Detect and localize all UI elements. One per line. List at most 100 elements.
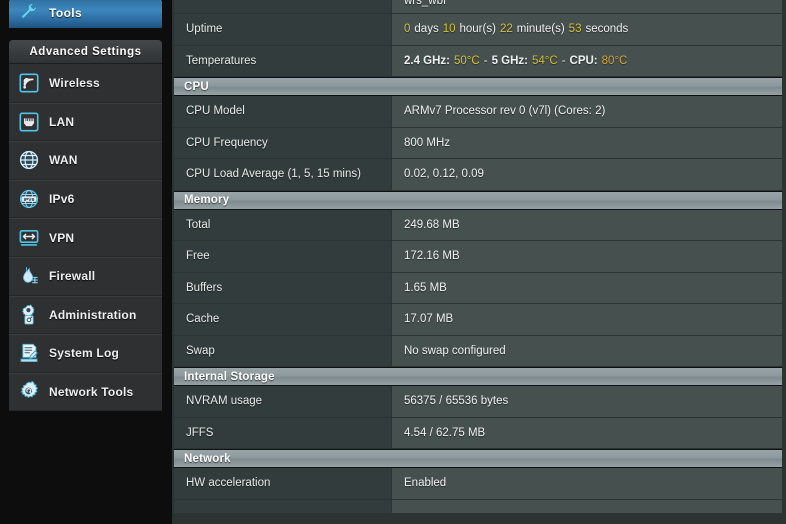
section-title: Internal Storage (184, 370, 275, 383)
advanced-settings-panel: Advanced Settings Wireless LAN WAN IPV6 … (9, 40, 162, 412)
temp-24-value: 50°C (454, 54, 480, 67)
row-label: Total (174, 209, 392, 240)
table-row-hw-acceleration: HW acceleration Enabled (174, 468, 786, 500)
uptime-hours-value: 10 (442, 23, 456, 36)
table-row-cpu-frequency: CPU Frequency 800 MHz (174, 127, 786, 159)
sidebar-item-label: Wireless (49, 75, 100, 90)
row-value: 17.07 MB (392, 304, 786, 335)
row-value: 56375 / 65536 bytes (392, 386, 786, 417)
uptime-hours-unit: hour(s) (459, 23, 496, 36)
table-row (174, 499, 786, 513)
uptime-days-value: 0 (404, 23, 411, 36)
table-row-uptime: Uptime 0 days 10 hour(s) 22 minute(s) 53… (174, 14, 786, 46)
sidebar-item-label: VPN (49, 230, 75, 245)
row-label: CPU Frequency (174, 127, 392, 158)
sidebar-item-vpn[interactable]: VPN (9, 218, 162, 257)
tab-tools[interactable]: Tools (9, 0, 162, 28)
sidebar-item-administration[interactable]: Administration (9, 295, 162, 335)
main-content: wrs_wbf Uptime 0 days 10 hour(s) 22 minu… (170, 0, 786, 524)
uptime-seconds-unit: seconds (585, 23, 629, 36)
row-label: CPU Model (174, 96, 392, 127)
row-label: Cache (174, 304, 392, 335)
row-label: Temperatures (174, 45, 392, 76)
row-value: ARMv7 Processor rev 0 (v7l) (Cores: 2) (392, 96, 786, 127)
table-row-jffs: JFFS 4.54 / 62.75 MB (174, 417, 786, 449)
table-row-memory-cache: Cache 17.07 MB (174, 304, 786, 336)
table-row: wrs_wbf (174, 0, 786, 14)
row-label: HW acceleration (174, 468, 392, 499)
row-value: 0 days 10 hour(s) 22 minute(s) 53 second… (392, 14, 786, 45)
sidebar-item-label: Firewall (49, 269, 96, 284)
table-row-memory-free: Free 172.16 MB (174, 241, 786, 273)
temp-sep-1: - (483, 54, 488, 67)
sidebar-item-network-tools[interactable]: Network Tools (9, 372, 162, 412)
advanced-settings-header: Advanced Settings (9, 40, 162, 64)
table-row-cpu-model: CPU Model ARMv7 Processor rev 0 (v7l) (C… (174, 96, 786, 128)
uptime-days-unit: days (414, 23, 439, 36)
temp-5-value: 54°C (531, 54, 558, 67)
row-value: No swap configured (392, 335, 786, 366)
sidebar-item-label: Administration (49, 307, 137, 322)
vpn-monitor-icon (18, 227, 40, 249)
wireless-signal-icon (18, 72, 40, 94)
section-title: Memory (184, 194, 230, 206)
sidebar-item-firewall[interactable]: Firewall (9, 256, 162, 296)
sidebar-item-label: WAN (49, 153, 78, 168)
row-value: 2.4 GHz: 50°C - 5 GHz: 54°C - CPU: 80°C (392, 45, 786, 76)
gear-person-icon (18, 304, 40, 326)
section-header-internal-storage: Internal Storage (174, 367, 786, 386)
section-header-network: Network (174, 449, 786, 468)
sidebar-item-wan[interactable]: WAN (9, 141, 162, 180)
row-label: NVRAM usage (174, 386, 392, 417)
section-title: Network (184, 452, 231, 465)
table-row-memory-swap: Swap No swap configured (174, 335, 786, 367)
table-row-nvram-usage: NVRAM usage 56375 / 65536 bytes (174, 386, 786, 418)
row-value-text: wrs_wbf (404, 0, 447, 7)
temp-sep-2: - (561, 54, 566, 67)
row-label (174, 0, 392, 13)
log-notepad-icon (18, 342, 40, 364)
gear-tools-icon (18, 380, 40, 403)
section-title: CPU (184, 80, 209, 93)
ipv6-globe-icon: IPV6 (18, 188, 40, 210)
sidebar-item-label: IPv6 (49, 192, 75, 207)
row-label: Buffers (174, 272, 392, 303)
sidebar-item-ipv6[interactable]: IPV6 IPv6 (9, 179, 162, 219)
row-label: Free (174, 241, 392, 272)
right-gutter (782, 0, 786, 524)
sidebar-item-label: System Log (49, 346, 120, 361)
globe-icon (18, 149, 40, 171)
temp-cpu-value: 80°C (601, 54, 628, 67)
table-row-memory-total: Total 249.68 MB (174, 209, 786, 241)
uptime-seconds-value: 53 (568, 23, 582, 36)
row-value: 249.68 MB (392, 209, 786, 240)
uptime-minutes-value: 22 (499, 23, 513, 36)
table-row-memory-buffers: Buffers 1.65 MB (174, 272, 786, 304)
row-value: Enabled (392, 468, 786, 499)
row-value (392, 499, 786, 513)
firewall-flame-icon (18, 265, 40, 287)
ethernet-port-icon (18, 111, 40, 133)
row-label: CPU Load Average (1, 5, 15 mins) (174, 159, 392, 190)
wrench-icon (19, 1, 39, 26)
sidebar: Tools Advanced Settings Wireless LAN WAN… (0, 0, 170, 524)
sidebar-item-system-log[interactable]: System Log (9, 334, 162, 373)
row-value: 172.16 MB (392, 241, 786, 272)
table-row-cpu-load-average: CPU Load Average (1, 5, 15 mins) 0.02, 0… (174, 159, 786, 191)
tab-tools-label: Tools (49, 6, 83, 20)
row-value: 4.54 / 62.75 MB (392, 417, 786, 448)
sidebar-item-lan[interactable]: LAN (9, 102, 162, 142)
sidebar-item-label: LAN (49, 114, 75, 129)
svg-text:IPV6: IPV6 (24, 197, 35, 203)
temp-cpu-label: CPU: (569, 54, 598, 67)
section-header-cpu: CPU (174, 77, 786, 96)
row-label: JFFS (174, 417, 392, 448)
router-admin-page: Tools Advanced Settings Wireless LAN WAN… (0, 0, 786, 524)
sidebar-item-wireless[interactable]: Wireless (9, 64, 162, 103)
row-label: Uptime (174, 14, 392, 45)
sidebar-nav-list: Wireless LAN WAN IPV6 IPv6 VPN Firewall … (9, 64, 162, 412)
row-value: 0.02, 0.12, 0.09 (392, 159, 786, 190)
sidebar-item-label: Network Tools (49, 385, 134, 400)
row-label (174, 499, 392, 513)
system-info-table: wrs_wbf Uptime 0 days 10 hour(s) 22 minu… (174, 0, 786, 513)
